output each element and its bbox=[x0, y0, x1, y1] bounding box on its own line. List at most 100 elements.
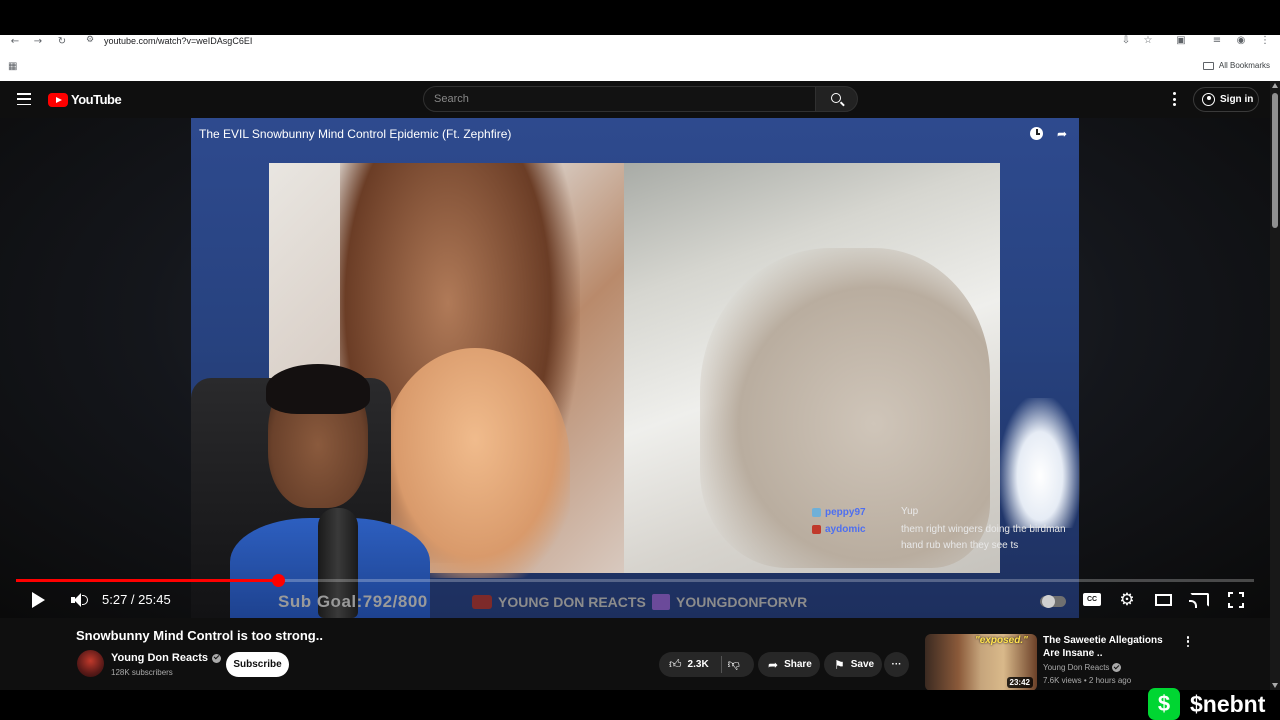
thumbnail-caption: "exposed." bbox=[975, 635, 1028, 646]
video-duration-badge: 23:42 bbox=[1006, 677, 1033, 688]
autoplay-toggle[interactable] bbox=[1040, 595, 1066, 608]
youtube-brand-icon bbox=[472, 595, 492, 609]
streamer-hair bbox=[266, 364, 370, 414]
share-arrow-icon[interactable]: ➦ bbox=[1055, 127, 1069, 141]
reload-icon[interactable]: ↻ bbox=[55, 35, 69, 49]
site-info-icon[interactable]: ⚙ bbox=[86, 35, 94, 45]
scroll-up-icon[interactable] bbox=[1272, 83, 1278, 88]
cashapp-watermark: $ $nebnt bbox=[1148, 688, 1265, 720]
save-label: Save bbox=[850, 659, 875, 670]
share-button[interactable]: ➦ Share bbox=[758, 652, 820, 677]
youtube-header: YouTube Sign in bbox=[0, 81, 1280, 118]
twitch-handle-banner: YOUNGDONFORVR bbox=[652, 594, 807, 610]
twitch-brand-icon bbox=[652, 594, 670, 610]
search-button[interactable] bbox=[815, 86, 858, 112]
sign-in-label: Sign in bbox=[1220, 94, 1254, 105]
verified-icon bbox=[211, 653, 221, 663]
video-player[interactable]: The EVIL Snowbunny Mind Control Epidemic… bbox=[0, 118, 1270, 628]
recommended-channel[interactable]: Young Don Reacts bbox=[1043, 663, 1122, 672]
progress-played bbox=[16, 579, 279, 582]
folder-icon bbox=[1202, 61, 1214, 70]
bottom-bar bbox=[0, 690, 1280, 720]
recommended-thumbnail[interactable]: "exposed." 23:42 bbox=[925, 634, 1037, 691]
subscriber-count: 128K subscribers bbox=[111, 668, 173, 677]
all-bookmarks-button[interactable]: All Bookmarks bbox=[1202, 61, 1270, 70]
chat-badge-icon bbox=[812, 508, 821, 517]
twitch-handle-text: YOUNGDONFORVR bbox=[676, 594, 808, 610]
install-app-icon[interactable]: ⇩ bbox=[1119, 35, 1133, 49]
chat-username: aydomic bbox=[812, 524, 866, 535]
like-divider bbox=[720, 656, 722, 673]
thumbs-up-icon[interactable]: 👍︎ bbox=[669, 657, 682, 672]
chat-username-text: aydomic bbox=[825, 524, 866, 535]
all-bookmarks-label: All Bookmarks bbox=[1218, 61, 1270, 70]
profile-icon[interactable]: ◉ bbox=[1234, 35, 1248, 49]
share-label: Share bbox=[784, 659, 812, 670]
channel-name-text: Young Don Reacts bbox=[111, 652, 208, 664]
bookmarks-bar: ▦ All Bookmarks bbox=[0, 59, 1280, 75]
gear-icon[interactable]: ⚙ bbox=[1118, 592, 1136, 609]
captions-icon[interactable]: CC bbox=[1083, 593, 1101, 606]
youtube-handle-banner: YOUNG DON REACTS bbox=[472, 594, 646, 610]
scroll-down-icon[interactable] bbox=[1272, 683, 1278, 688]
recommended-meta: 7.6K views • 2 hours ago bbox=[1043, 676, 1132, 685]
recommended-menu-icon[interactable] bbox=[1186, 636, 1190, 647]
fullscreen-icon[interactable] bbox=[1228, 592, 1244, 608]
search-icon bbox=[831, 93, 841, 103]
theater-mode-icon[interactable] bbox=[1155, 594, 1172, 606]
more-actions-button[interactable]: ··· bbox=[884, 652, 909, 677]
progress-bar[interactable] bbox=[16, 574, 1254, 587]
time-display: 5:27 / 25:45 bbox=[102, 592, 171, 607]
channel-name[interactable]: Young Don Reacts bbox=[111, 652, 221, 664]
menu-icon[interactable] bbox=[17, 93, 31, 105]
thumbs-down-icon[interactable]: 👎︎ bbox=[728, 657, 740, 672]
like-dislike-group: 👍︎ 2.3K 👎︎ bbox=[659, 652, 754, 677]
chat-badge-icon bbox=[812, 525, 821, 534]
forward-icon[interactable]: → bbox=[31, 35, 45, 49]
play-icon[interactable] bbox=[32, 592, 45, 608]
window-top-bar bbox=[0, 0, 1280, 35]
like-count[interactable]: 2.3K bbox=[688, 659, 709, 670]
watch-later-icon[interactable] bbox=[1030, 127, 1043, 140]
recommended-channel-text: Young Don Reacts bbox=[1043, 663, 1110, 672]
more-horizontal-icon: ··· bbox=[891, 659, 902, 670]
youtube-play-logo-icon bbox=[48, 92, 68, 107]
subscribe-button[interactable]: Subscribe bbox=[226, 652, 289, 677]
sub-goal-text: Sub Goal:792/800 bbox=[278, 592, 428, 611]
reading-list-icon[interactable]: ≡ bbox=[1210, 35, 1224, 49]
apps-grid-icon[interactable]: ▦ bbox=[8, 61, 17, 72]
chat-message: them right wingers doing the birdman han… bbox=[901, 524, 1066, 551]
share-icon: ➦ bbox=[768, 657, 779, 672]
user-icon bbox=[1202, 93, 1215, 106]
search-box bbox=[423, 86, 816, 112]
chat-username: peppy97 bbox=[812, 507, 866, 518]
bookmark-star-icon[interactable]: ☆ bbox=[1141, 35, 1155, 49]
save-button[interactable]: ⚑ Save bbox=[824, 652, 882, 677]
cashtag-text: $nebnt bbox=[1190, 690, 1266, 717]
recommended-title[interactable]: The Saweetie Allegations Are Insane .. bbox=[1043, 634, 1173, 660]
video-subject-right bbox=[700, 248, 990, 568]
back-icon[interactable]: ← bbox=[8, 35, 22, 49]
avatar[interactable] bbox=[77, 650, 104, 677]
verified-icon bbox=[1112, 663, 1122, 672]
extensions-icon[interactable]: ▣ bbox=[1174, 35, 1188, 49]
sign-in-button[interactable]: Sign in bbox=[1193, 87, 1259, 112]
cashapp-logo-icon: $ bbox=[1148, 688, 1180, 720]
bookmark-icon: ⚑ bbox=[834, 657, 845, 672]
browser-menu-icon[interactable]: ⋮ bbox=[1258, 35, 1272, 49]
chat-message: Yup bbox=[901, 506, 919, 517]
browser-toolbar: ← → ↻ ⚙ youtube.com/watch?v=weIDAsgC6EI … bbox=[0, 35, 1280, 81]
chat-username-text: peppy97 bbox=[825, 507, 866, 518]
player-overlay-title[interactable]: The EVIL Snowbunny Mind Control Epidemic… bbox=[199, 127, 511, 141]
youtube-handle-text: YOUNG DON REACTS bbox=[498, 594, 646, 610]
page-scrollbar[interactable] bbox=[1270, 81, 1280, 690]
video-title: Snowbunny Mind Control is too strong.. bbox=[76, 628, 323, 643]
scrollbar-thumb[interactable] bbox=[1272, 93, 1278, 228]
settings-kebab-icon[interactable] bbox=[1172, 92, 1176, 106]
cast-icon[interactable] bbox=[1189, 593, 1209, 608]
search-input[interactable] bbox=[424, 87, 815, 111]
video-details: Snowbunny Mind Control is too strong.. Y… bbox=[0, 618, 1270, 691]
address-row: ← → ↻ ⚙ youtube.com/watch?v=weIDAsgC6EI … bbox=[0, 35, 1280, 49]
youtube-logo[interactable]: YouTube bbox=[48, 92, 122, 107]
address-bar[interactable]: youtube.com/watch?v=weIDAsgC6EI bbox=[104, 36, 252, 46]
